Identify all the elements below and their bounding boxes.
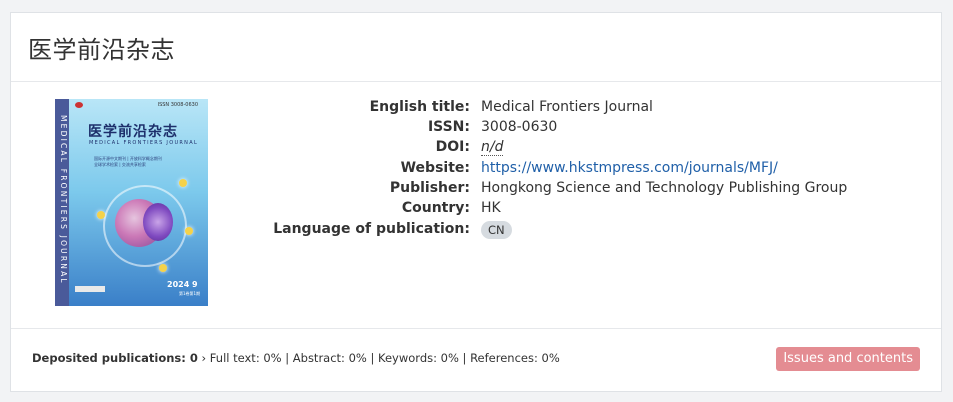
card-header: 医学前沿杂志 — [11, 13, 941, 82]
detail-value: 3008-0630 — [481, 119, 558, 135]
language-badge: CN — [481, 221, 512, 239]
detail-label: English title: — [369, 99, 470, 115]
detail-row-issn: ISSN: 3008-0630 — [11, 119, 943, 139]
journal-card: 医学前沿杂志 MEDICAL FRONTIERS JOURNAL ISSN 30… — [10, 12, 942, 392]
detail-row-language: Language of publication: CN — [11, 221, 943, 241]
detail-value: Medical Frontiers Journal — [481, 99, 653, 115]
deposited-publications-label: Deposited publications: 0 — [32, 351, 198, 365]
detail-row-publisher: Publisher: Hongkong Science and Technolo… — [11, 180, 943, 200]
issues-and-contents-button[interactable]: Issues and contents — [776, 347, 920, 371]
cover-year: 2024 9 — [167, 280, 198, 289]
website-link[interactable]: https://www.hkstmpress.com/journals/MFJ/ — [481, 160, 778, 176]
detail-label: DOI: — [435, 139, 470, 155]
detail-label: Website: — [400, 160, 470, 176]
cover-badges — [75, 286, 105, 292]
detail-label: Publisher: — [389, 180, 470, 196]
doi-abbr: n/d — [481, 139, 504, 156]
detail-row-english-title: English title: Medical Frontiers Journal — [11, 99, 943, 119]
cover-volume: 第1卷第1期 — [179, 291, 201, 296]
detail-value: HK — [481, 200, 501, 216]
detail-label: Country: — [401, 200, 470, 216]
detail-label: Language of publication: — [273, 221, 470, 237]
deposited-stats: Deposited publications: 0 › Full text: 0… — [32, 351, 560, 365]
cover-molecule-node — [159, 264, 167, 272]
detail-row-doi: DOI: n/d — [11, 139, 943, 159]
detail-label: ISSN: — [427, 119, 470, 135]
journal-title: 医学前沿杂志 — [28, 35, 175, 64]
detail-value: Hongkong Science and Technology Publishi… — [481, 180, 848, 196]
language-value: CN — [481, 221, 512, 239]
detail-row-country: Country: HK — [11, 200, 943, 220]
coverage-stats: › Full text: 0% | Abstract: 0% | Keyword… — [201, 351, 560, 365]
detail-row-website: Website: https://www.hkstmpress.com/jour… — [11, 160, 943, 180]
card-footer: Deposited publications: 0 › Full text: 0… — [11, 328, 941, 392]
